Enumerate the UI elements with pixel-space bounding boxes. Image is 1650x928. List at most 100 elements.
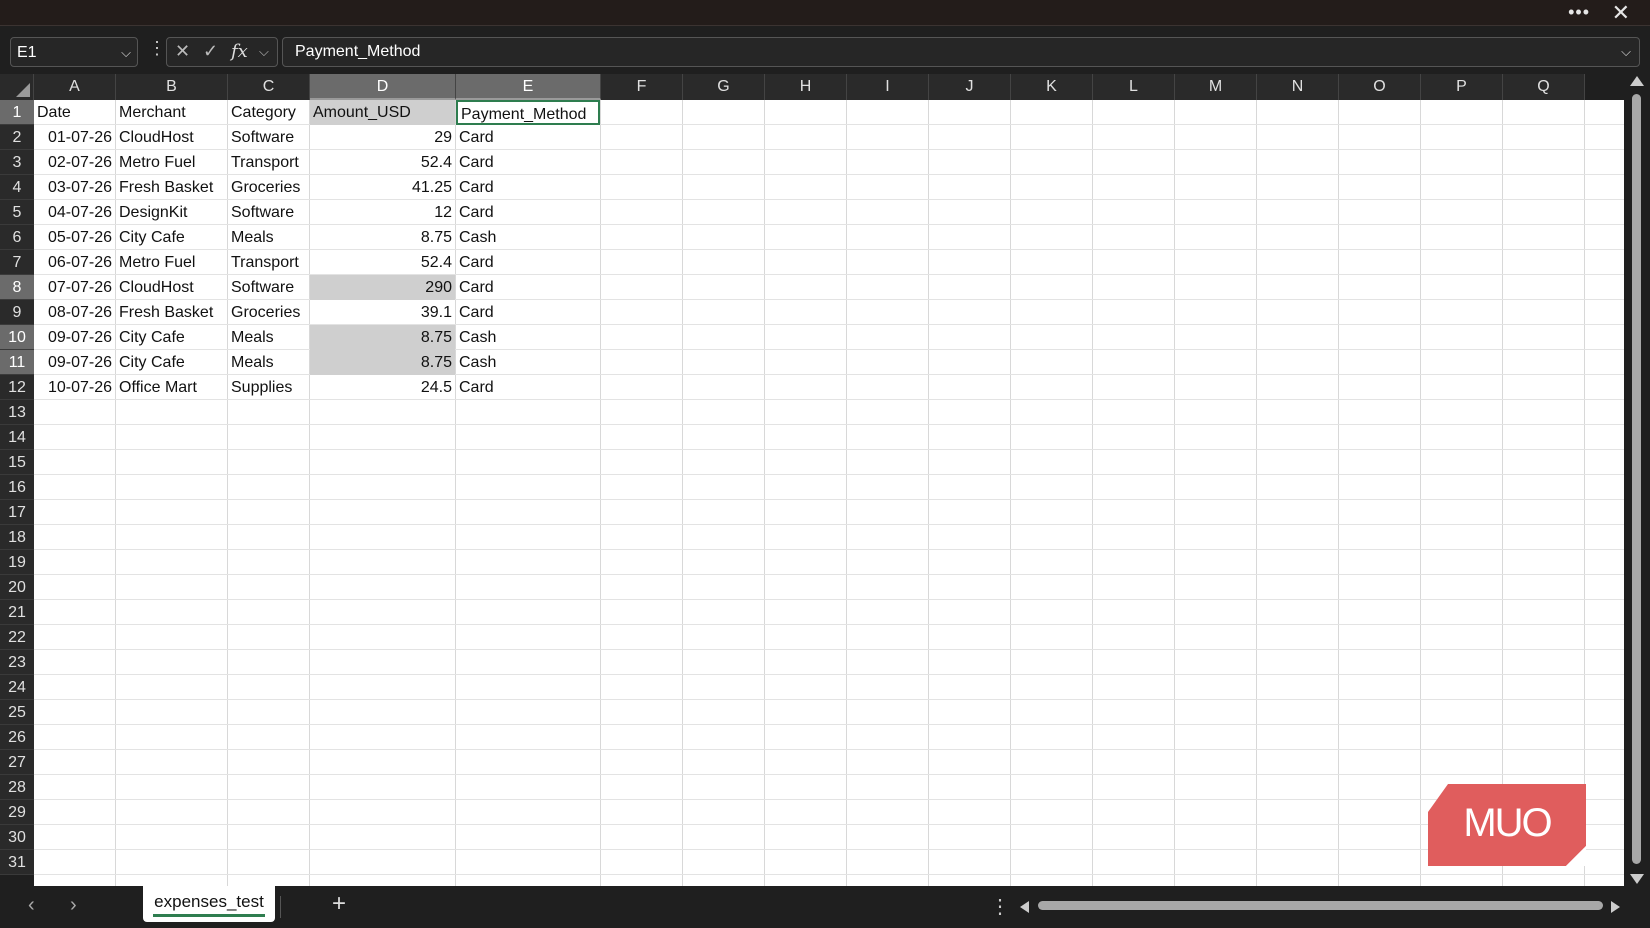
- column-header-i[interactable]: I: [847, 74, 929, 100]
- row-header-17[interactable]: 17: [0, 500, 34, 525]
- scroll-right-icon[interactable]: [1611, 901, 1620, 913]
- cell-e8[interactable]: Card: [456, 275, 600, 300]
- cell-e12[interactable]: Card: [456, 375, 600, 400]
- row-header-15[interactable]: 15: [0, 450, 34, 475]
- cell-c2[interactable]: Software: [228, 125, 309, 150]
- row-header-26[interactable]: 26: [0, 725, 34, 750]
- column-header-l[interactable]: L: [1093, 74, 1175, 100]
- check-icon[interactable]: ✓: [203, 41, 218, 62]
- cell-a7[interactable]: 06-07-26: [34, 250, 115, 275]
- cell-a3[interactable]: 02-07-26: [34, 150, 115, 175]
- column-header-p[interactable]: P: [1421, 74, 1503, 100]
- column-header-h[interactable]: H: [765, 74, 847, 100]
- select-all-button[interactable]: [0, 74, 34, 100]
- cell-c5[interactable]: Software: [228, 200, 309, 225]
- scroll-thumb[interactable]: [1038, 901, 1603, 910]
- next-sheet-icon[interactable]: ›: [70, 894, 77, 917]
- function-icon[interactable]: fx: [231, 41, 248, 62]
- row-header-18[interactable]: 18: [0, 525, 34, 550]
- cell-a5[interactable]: 04-07-26: [34, 200, 115, 225]
- row-header-31[interactable]: 31: [0, 850, 34, 875]
- cell-b10[interactable]: City Cafe: [116, 325, 227, 350]
- cell-a8[interactable]: 07-07-26: [34, 275, 115, 300]
- row-header-24[interactable]: 24: [0, 675, 34, 700]
- row-header-23[interactable]: 23: [0, 650, 34, 675]
- cell-b7[interactable]: Metro Fuel: [116, 250, 227, 275]
- cell-b9[interactable]: Fresh Basket: [116, 300, 227, 325]
- row-header-1[interactable]: 1: [0, 100, 34, 125]
- row-header-16[interactable]: 16: [0, 475, 34, 500]
- column-header-k[interactable]: K: [1011, 74, 1093, 100]
- scroll-up-icon[interactable]: [1630, 76, 1644, 86]
- row-header-10[interactable]: 10: [0, 325, 34, 350]
- cell-c6[interactable]: Meals: [228, 225, 309, 250]
- cell-a1[interactable]: Date: [34, 100, 115, 125]
- column-header-q[interactable]: Q: [1503, 74, 1585, 100]
- cell-b5[interactable]: DesignKit: [116, 200, 227, 225]
- vertical-scrollbar[interactable]: [1624, 74, 1650, 886]
- cell-e7[interactable]: Card: [456, 250, 600, 275]
- scroll-thumb[interactable]: [1632, 94, 1641, 864]
- horizontal-scrollbar[interactable]: [1020, 895, 1620, 917]
- cell-c4[interactable]: Groceries: [228, 175, 309, 200]
- cell-b3[interactable]: Metro Fuel: [116, 150, 227, 175]
- cell-d6[interactable]: 8.75: [310, 225, 455, 250]
- column-header-g[interactable]: G: [683, 74, 765, 100]
- cell-d7[interactable]: 52.4: [310, 250, 455, 275]
- ellipsis-icon[interactable]: •••: [1568, 2, 1590, 23]
- column-header-f[interactable]: F: [601, 74, 683, 100]
- row-header-30[interactable]: 30: [0, 825, 34, 850]
- row-header-11[interactable]: 11: [0, 350, 34, 375]
- cell-d2[interactable]: 29: [310, 125, 455, 150]
- row-header-28[interactable]: 28: [0, 775, 34, 800]
- column-header-m[interactable]: M: [1175, 74, 1257, 100]
- cell-a12[interactable]: 10-07-26: [34, 375, 115, 400]
- row-header-6[interactable]: 6: [0, 225, 34, 250]
- row-header-12[interactable]: 12: [0, 375, 34, 400]
- row-header-25[interactable]: 25: [0, 700, 34, 725]
- cell-e3[interactable]: Card: [456, 150, 600, 175]
- cell-c8[interactable]: Software: [228, 275, 309, 300]
- column-header-j[interactable]: J: [929, 74, 1011, 100]
- chevron-down-icon[interactable]: ⌵: [1621, 38, 1631, 66]
- name-box[interactable]: E1 ⌵: [10, 37, 138, 67]
- chevron-down-icon[interactable]: ⌵: [259, 44, 269, 60]
- scroll-down-icon[interactable]: [1630, 874, 1644, 884]
- add-sheet-icon[interactable]: +: [332, 890, 346, 918]
- row-header-22[interactable]: 22: [0, 625, 34, 650]
- cell-d11[interactable]: 8.75: [310, 350, 455, 375]
- cell-e2[interactable]: Card: [456, 125, 600, 150]
- cell-b11[interactable]: City Cafe: [116, 350, 227, 375]
- cell-b6[interactable]: City Cafe: [116, 225, 227, 250]
- column-header-d[interactable]: D: [310, 74, 456, 100]
- row-header-2[interactable]: 2: [0, 125, 34, 150]
- cell-c1[interactable]: Category: [228, 100, 309, 125]
- row-header-5[interactable]: 5: [0, 200, 34, 225]
- cell-e4[interactable]: Card: [456, 175, 600, 200]
- cell-a11[interactable]: 09-07-26: [34, 350, 115, 375]
- row-header-20[interactable]: 20: [0, 575, 34, 600]
- row-header-14[interactable]: 14: [0, 425, 34, 450]
- cell-b8[interactable]: CloudHost: [116, 275, 227, 300]
- column-header-n[interactable]: N: [1257, 74, 1339, 100]
- cell-d5[interactable]: 12: [310, 200, 455, 225]
- row-header-19[interactable]: 19: [0, 550, 34, 575]
- cell-e1[interactable]: Payment_Method: [456, 100, 600, 125]
- cell-c7[interactable]: Transport: [228, 250, 309, 275]
- cell-b12[interactable]: Office Mart: [116, 375, 227, 400]
- cell-d4[interactable]: 41.25: [310, 175, 455, 200]
- row-header-13[interactable]: 13: [0, 400, 34, 425]
- column-header-b[interactable]: B: [116, 74, 228, 100]
- formula-bar-handle-icon[interactable]: ⋮: [148, 38, 166, 59]
- cell-a4[interactable]: 03-07-26: [34, 175, 115, 200]
- cell-e6[interactable]: Cash: [456, 225, 600, 250]
- cell-d10[interactable]: 8.75: [310, 325, 455, 350]
- cell-c12[interactable]: Supplies: [228, 375, 309, 400]
- row-header-21[interactable]: 21: [0, 600, 34, 625]
- column-header-e[interactable]: E: [456, 74, 601, 100]
- column-header-c[interactable]: C: [228, 74, 310, 100]
- row-header-4[interactable]: 4: [0, 175, 34, 200]
- row-header-7[interactable]: 7: [0, 250, 34, 275]
- row-header-3[interactable]: 3: [0, 150, 34, 175]
- row-header-8[interactable]: 8: [0, 275, 34, 300]
